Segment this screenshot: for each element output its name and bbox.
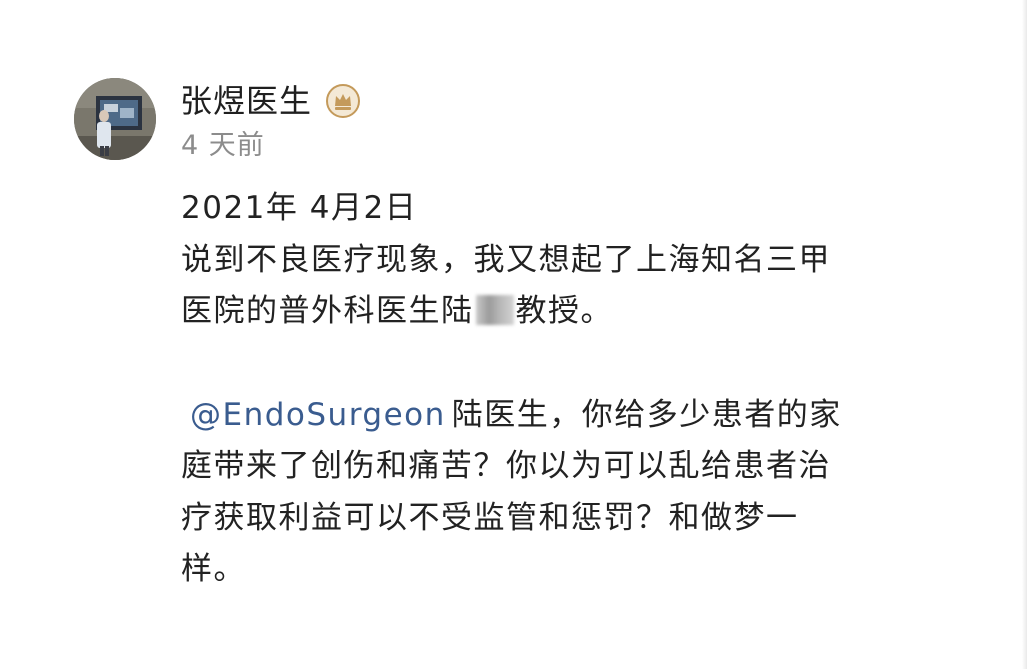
author-avatar[interactable]: [74, 78, 156, 160]
author-row: 张煜医生: [180, 80, 361, 122]
post-paragraph-line: 庭带来了创伤和痛苦？你以为可以乱给患者治: [181, 448, 831, 484]
post-paragraph-line: 说到不良医疗现象，我又想起了上海知名三甲: [181, 241, 831, 278]
cut-off-text-line: [181, 648, 911, 669]
user-mention-link[interactable]: @EndoSurgeon: [190, 397, 446, 433]
author-name[interactable]: 张煜医生: [180, 80, 312, 122]
post-content: 2021年 4月2日 说到不良医疗现象，我又想起了上海知名三甲 医院的普外科医生…: [181, 183, 941, 596]
post-text-fragment: 医院的普外科医生陆: [181, 293, 474, 329]
post-text-fragment: 陆医生，你给多少患者的家: [451, 396, 842, 433]
post-paragraph-line: 医院的普外科医生陆 教授。: [181, 286, 941, 338]
weibo-post-screenshot: 张煜医生 4 天前 2021年 4月2日 说到不良医疗现象，我又想起了上海知名三…: [0, 0, 1027, 669]
redacted-name-mosaic: [475, 295, 514, 325]
page-edge-shadow: [1022, 0, 1027, 669]
post-text-fragment: 教授。: [515, 293, 613, 329]
post-paragraph-line: @EndoSurgeon 陆医生，你给多少患者的家: [181, 390, 941, 442]
crown-badge-icon: [326, 84, 361, 118]
post-date-line: 2021年 4月2日: [181, 190, 418, 226]
avatar-image: [74, 78, 156, 160]
post-timestamp: 4 天前: [181, 130, 265, 161]
post-paragraph-line: 疗获取利益可以不受监管和惩罚？和做梦一: [181, 499, 799, 536]
post-paragraph-line: 样。: [181, 551, 246, 587]
